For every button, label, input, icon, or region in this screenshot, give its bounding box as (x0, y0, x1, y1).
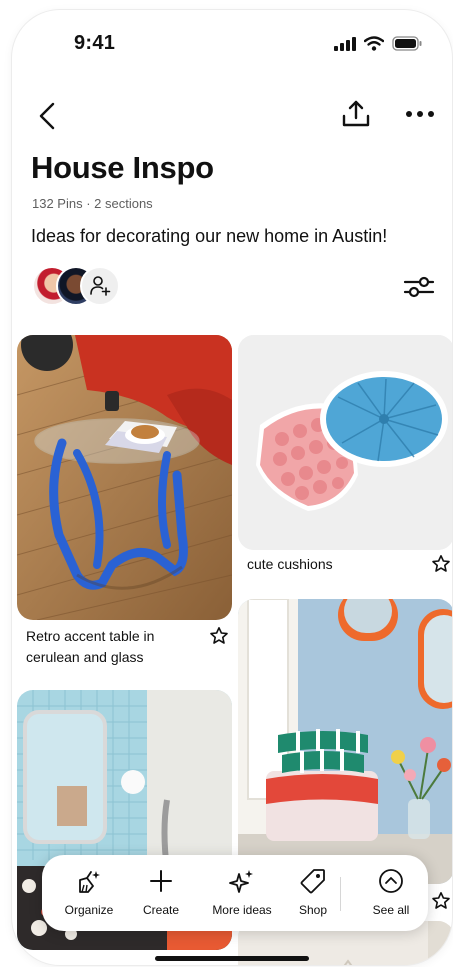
battery-icon (392, 36, 422, 51)
add-collaborator-button[interactable] (80, 266, 120, 306)
sliders-icon (403, 276, 435, 298)
shop-label: Shop (298, 903, 328, 917)
shop-button[interactable]: Shop (278, 867, 348, 917)
sparkles-icon (229, 870, 253, 893)
create-button[interactable]: Create (126, 867, 196, 917)
cellular-signal-icon (334, 36, 356, 51)
add-person-icon (90, 276, 111, 296)
pin-retro-table[interactable]: Retro accent table in cerulean and glass (17, 335, 232, 665)
status-bar: 9:41 (12, 10, 452, 70)
chevron-left-icon (39, 102, 55, 130)
share-button[interactable] (338, 96, 374, 132)
more-dots-icon (406, 111, 434, 117)
star-outline-icon (432, 892, 450, 909)
more-options-button[interactable] (400, 96, 440, 132)
phone-screen: 9:41 House Inspo 132 Pins · 2 sections I… (12, 10, 452, 965)
share-icon (342, 100, 370, 127)
retro-table-image (17, 335, 232, 620)
organize-label: Organize (64, 903, 114, 917)
status-time: 9:41 (74, 32, 116, 54)
save-star-button[interactable] (208, 625, 230, 647)
pin-image[interactable] (17, 335, 232, 620)
see-all-button[interactable]: See all (356, 867, 426, 917)
create-label: Create (142, 903, 180, 917)
pin-caption: cute cushions (247, 556, 333, 572)
organize-button[interactable]: Organize (54, 867, 124, 917)
save-star-button[interactable] (430, 890, 452, 912)
board-toolbar: Organize Create More ideas Shop See all (42, 855, 428, 931)
pin-image[interactable] (238, 335, 452, 550)
more-ideas-label: More ideas (212, 903, 272, 917)
toolbar-divider (340, 877, 341, 911)
cushions-image (238, 335, 452, 550)
home-indicator[interactable] (155, 956, 309, 961)
back-button[interactable] (32, 98, 62, 134)
pin-cushions[interactable]: cute cushions (238, 335, 452, 580)
mirror-room-image (238, 599, 452, 884)
star-outline-icon (432, 555, 450, 572)
see-all-label: See all (372, 903, 410, 917)
save-star-button[interactable] (430, 553, 452, 575)
pin-image[interactable] (238, 599, 452, 884)
collaborators (32, 266, 132, 308)
more-ideas-button[interactable]: More ideas (197, 867, 287, 917)
pin-caption: Retro accent table in cerulean and glass (26, 628, 155, 665)
filter-button[interactable] (402, 272, 436, 302)
wifi-icon (364, 36, 384, 51)
tag-icon (300, 869, 325, 894)
board-title: House Inspo (31, 150, 214, 185)
status-icons (334, 36, 422, 51)
broom-sparkle-icon (79, 871, 100, 893)
star-outline-icon (210, 627, 228, 644)
chevron-up-circle-icon (379, 869, 403, 893)
board-meta: 132 Pins · 2 sections (32, 196, 153, 211)
top-nav (12, 92, 452, 142)
board-description: Ideas for decorating our new home in Aus… (31, 226, 388, 246)
plus-icon (150, 870, 172, 892)
